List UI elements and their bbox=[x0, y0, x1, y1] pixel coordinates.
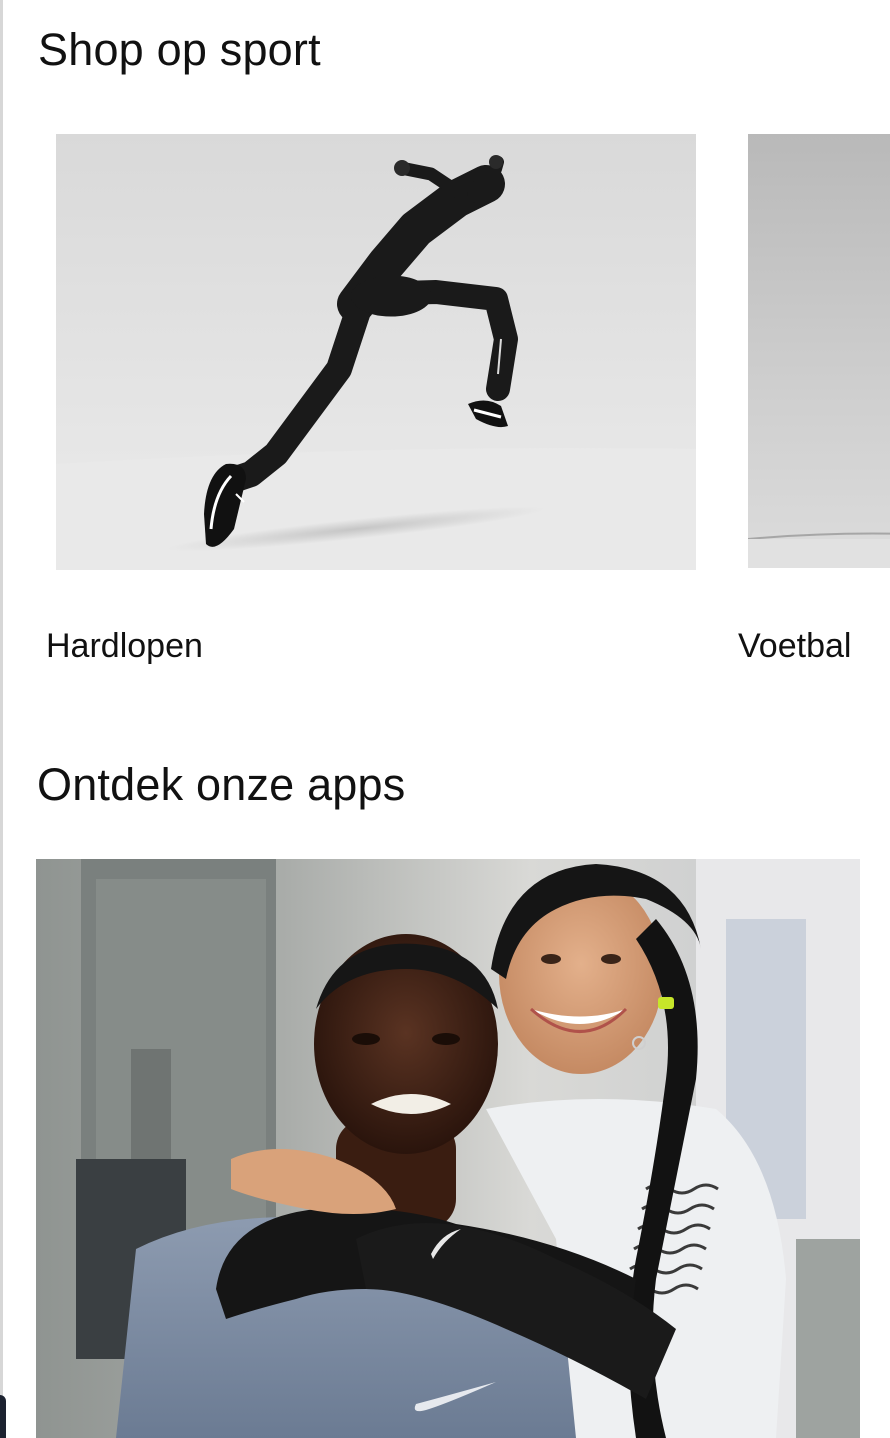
running-image[interactable] bbox=[56, 134, 696, 570]
sport-card-label[interactable]: Voetbal bbox=[738, 626, 851, 666]
section-title-shop-by-sport: Shop op sport bbox=[38, 24, 321, 75]
football-image[interactable] bbox=[748, 134, 890, 568]
apps-promo-image[interactable] bbox=[36, 859, 860, 1438]
section-title-discover-apps: Ontdek onze apps bbox=[37, 759, 406, 810]
page: Shop op sport Hardlopen Voetbal Ontdek o… bbox=[0, 0, 890, 1438]
sport-card-label[interactable]: Hardlopen bbox=[46, 626, 203, 666]
window-corner bbox=[0, 1395, 6, 1438]
sport-carousel[interactable]: Hardlopen Voetbal bbox=[0, 120, 890, 700]
